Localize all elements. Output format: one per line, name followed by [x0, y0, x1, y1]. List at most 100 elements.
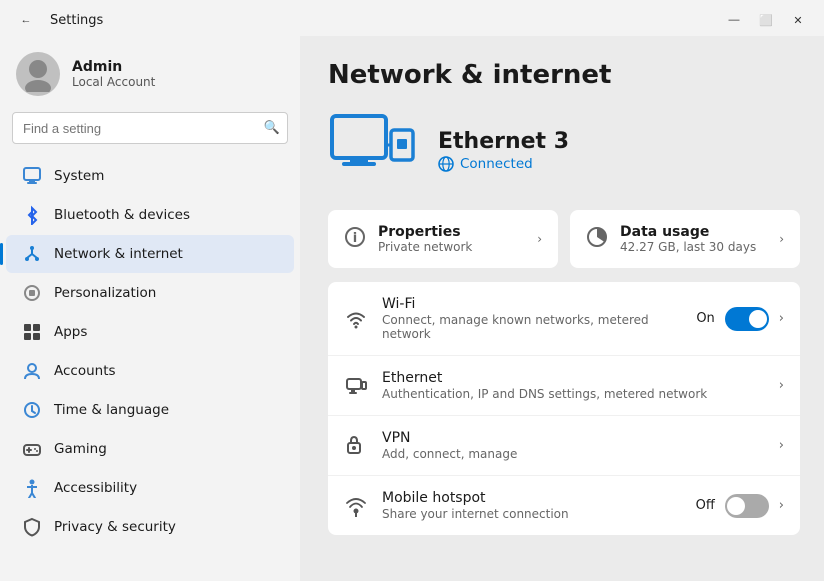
ethernet-hero: Ethernet 3 Connected — [328, 110, 800, 190]
vpn-icon — [345, 435, 367, 457]
sidebar-item-system[interactable]: System — [6, 157, 294, 195]
personalization-icon — [22, 283, 42, 303]
vpn-icon — [344, 434, 368, 458]
sidebar-item-apps[interactable]: Apps — [6, 313, 294, 351]
sidebar-item-time[interactable]: Time & language — [6, 391, 294, 429]
globe-icon — [438, 156, 454, 172]
ethernet-icon — [344, 374, 368, 398]
ethernet-status-text: Connected — [460, 156, 533, 172]
sidebar-item-label: Accounts — [54, 363, 116, 379]
chart-icon — [586, 226, 608, 253]
hero-cards: i Properties Private network › Data usag… — [328, 210, 800, 268]
ethernet-graphic — [328, 110, 418, 190]
settings-row-right-vpn: › — [779, 438, 784, 453]
user-section: Admin Local Account — [0, 36, 300, 108]
sidebar-item-privacy[interactable]: Privacy & security — [6, 508, 294, 546]
sidebar-item-bluetooth[interactable]: Bluetooth & devices — [6, 196, 294, 234]
back-button[interactable]: ← — [12, 10, 40, 30]
sidebar-item-label: Time & language — [54, 402, 169, 418]
toggle-thumb — [727, 497, 745, 515]
time-icon — [22, 400, 42, 420]
sidebar-item-network[interactable]: Network & internet — [6, 235, 294, 273]
user-name: Admin — [72, 59, 284, 75]
sidebar-item-gaming[interactable]: Gaming — [6, 430, 294, 468]
ethernet-info: Ethernet 3 Connected — [438, 129, 800, 172]
svg-text:i: i — [353, 231, 357, 246]
system-icon — [22, 166, 42, 186]
settings-row-title-wifi: Wi-Fi — [382, 296, 682, 312]
avatar — [16, 52, 60, 96]
search-input[interactable] — [12, 112, 288, 144]
hero-card-subtitle: 42.27 GB, last 30 days — [620, 240, 767, 254]
sidebar-item-accounts[interactable]: Accounts — [6, 352, 294, 390]
sidebar-item-label: Accessibility — [54, 480, 137, 496]
settings-row-info-hotspot: Mobile hotspot Share your internet conne… — [382, 490, 682, 521]
sidebar-item-label: Gaming — [54, 441, 107, 457]
chevron-right-icon: › — [779, 438, 784, 453]
toggle-thumb — [749, 310, 767, 328]
apps-icon — [22, 322, 42, 342]
wifi-icon — [344, 307, 368, 331]
hotspot-icon — [345, 495, 367, 517]
privacy-icon — [22, 517, 42, 537]
hero-card-title: Properties — [378, 224, 525, 240]
ethernet-row-icon — [345, 375, 367, 397]
gaming-icon — [22, 439, 42, 459]
ethernet-name: Ethernet 3 — [438, 129, 800, 154]
toggle-label-wifi: On — [696, 311, 714, 326]
settings-row-right-ethernet: › — [779, 378, 784, 393]
settings-row-right-hotspot: Off › — [696, 494, 784, 518]
app-body: Admin Local Account 🔍 System Bluetooth &… — [0, 36, 824, 581]
avatar-icon — [20, 56, 56, 92]
user-info: Admin Local Account — [72, 59, 284, 89]
hero-card-properties[interactable]: i Properties Private network › — [328, 210, 558, 268]
hero-card-subtitle: Private network — [378, 240, 525, 254]
settings-row-vpn[interactable]: VPN Add, connect, manage › — [328, 416, 800, 476]
hero-card-data-usage[interactable]: Data usage 42.27 GB, last 30 days › — [570, 210, 800, 268]
wifi-icon — [345, 308, 367, 330]
sidebar-item-label: Apps — [54, 324, 87, 340]
chevron-right-icon: › — [779, 232, 784, 246]
info-icon: i — [344, 226, 366, 253]
toggle-wifi[interactable] — [725, 307, 769, 331]
settings-card: Wi-Fi Connect, manage known networks, me… — [328, 282, 800, 535]
nav-list: System Bluetooth & devices Network & int… — [0, 152, 300, 551]
sidebar-item-personalization[interactable]: Personalization — [6, 274, 294, 312]
page-title: Network & internet — [328, 60, 800, 90]
hero-card-title: Data usage — [620, 224, 767, 240]
settings-row-sub-vpn: Add, connect, manage — [382, 447, 765, 461]
bluetooth-icon — [22, 205, 42, 225]
window-controls: — ⬜ ✕ — [720, 10, 812, 30]
settings-row-ethernet[interactable]: Ethernet Authentication, IP and DNS sett… — [328, 356, 800, 416]
search-box: 🔍 — [12, 112, 288, 144]
network-icon — [22, 244, 42, 264]
ethernet-svg-icon — [328, 112, 418, 188]
sidebar-item-label: Personalization — [54, 285, 156, 301]
user-role: Local Account — [72, 75, 284, 89]
settings-row-info-wifi: Wi-Fi Connect, manage known networks, me… — [382, 296, 682, 341]
maximize-button[interactable]: ⬜ — [752, 10, 780, 30]
accessibility-icon — [22, 478, 42, 498]
settings-row-hotspot[interactable]: Mobile hotspot Share your internet conne… — [328, 476, 800, 535]
settings-row-title-ethernet: Ethernet — [382, 370, 765, 386]
settings-row-right-wifi: On › — [696, 307, 784, 331]
sidebar-item-label: Privacy & security — [54, 519, 176, 535]
settings-row-sub-wifi: Connect, manage known networks, metered … — [382, 313, 682, 341]
title-bar: ← Settings — ⬜ ✕ — [0, 0, 824, 36]
sidebar: Admin Local Account 🔍 System Bluetooth &… — [0, 36, 300, 581]
settings-row-info-ethernet: Ethernet Authentication, IP and DNS sett… — [382, 370, 765, 401]
chevron-right-icon: › — [537, 232, 542, 246]
settings-row-sub-hotspot: Share your internet connection — [382, 507, 682, 521]
accounts-icon — [22, 361, 42, 381]
main-content: Network & internet Ethernet 3 — [300, 36, 824, 581]
sidebar-item-accessibility[interactable]: Accessibility — [6, 469, 294, 507]
chevron-right-icon: › — [779, 311, 784, 326]
settings-row-info-vpn: VPN Add, connect, manage — [382, 430, 765, 461]
close-button[interactable]: ✕ — [784, 10, 812, 30]
hotspot-icon — [344, 494, 368, 518]
toggle-hotspot[interactable] — [725, 494, 769, 518]
title-bar-left: ← Settings — [12, 10, 103, 30]
settings-row-wifi[interactable]: Wi-Fi Connect, manage known networks, me… — [328, 282, 800, 356]
minimize-button[interactable]: — — [720, 10, 748, 30]
hero-card-info: Data usage 42.27 GB, last 30 days — [620, 224, 767, 254]
